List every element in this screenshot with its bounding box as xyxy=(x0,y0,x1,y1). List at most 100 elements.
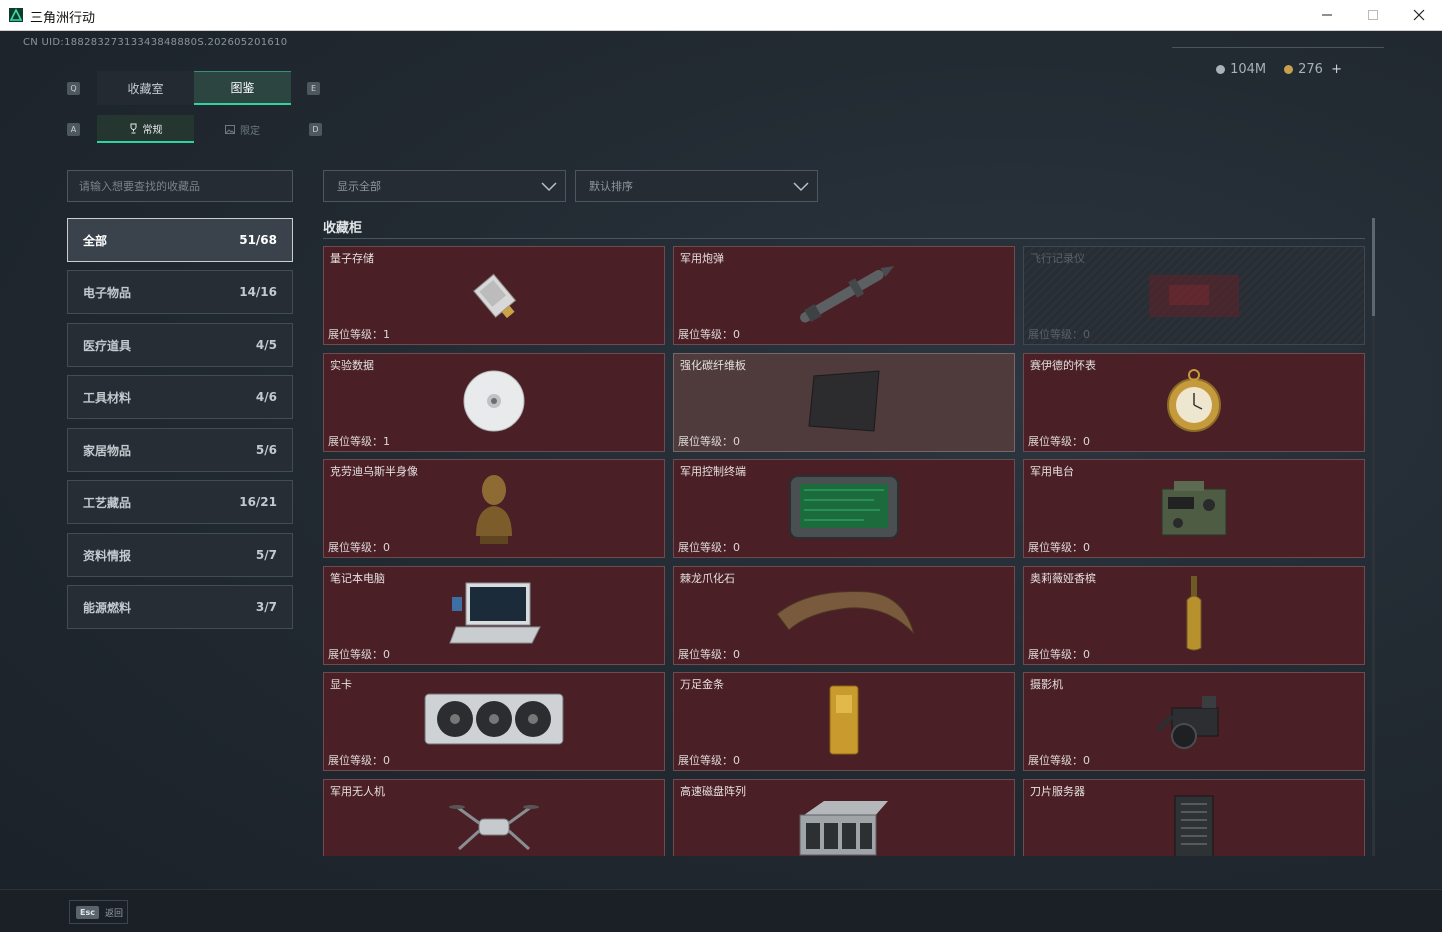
level-prefix: 展位等级： xyxy=(1028,541,1083,554)
disk-array-icon xyxy=(674,792,1014,857)
carbon-plate-icon xyxy=(674,366,1014,437)
minimize-button[interactable] xyxy=(1304,0,1350,30)
close-button[interactable] xyxy=(1396,0,1442,30)
category-household[interactable]: 家居物品 5/6 xyxy=(67,428,293,472)
level-prefix: 展位等级： xyxy=(328,754,383,767)
chevron-down-icon xyxy=(541,182,557,192)
level-prefix: 展位等级： xyxy=(328,434,383,448)
silver-currency: 104M xyxy=(1216,62,1266,77)
esc-key-hint: Esc xyxy=(76,905,99,919)
category-label: 电子物品 xyxy=(83,285,132,300)
category-intel[interactable]: 资料情报 5/7 xyxy=(67,533,293,577)
currency-panel: 104M 276 + xyxy=(1216,62,1342,77)
item-level: 展位等级：0 xyxy=(1028,326,1090,342)
section-title: 收藏柜 xyxy=(323,221,363,236)
level-value: 0 xyxy=(733,754,740,767)
collection-item-card[interactable]: 棘龙爪化石 展位等级：0 xyxy=(673,565,1015,665)
collection-item-card[interactable]: 摄影机 展位等级：0 xyxy=(1023,672,1365,771)
chevron-down-icon xyxy=(793,182,809,192)
trophy-icon xyxy=(130,123,136,133)
category-electronics[interactable]: 电子物品 14/16 xyxy=(67,270,293,314)
category-count: 14/16 xyxy=(239,285,277,299)
tab-collection-room[interactable]: 收藏室 xyxy=(97,71,194,105)
level-prefix: 展位等级： xyxy=(678,754,733,767)
level-value: 0 xyxy=(1083,434,1090,448)
category-energy[interactable]: 能源燃料 3/7 xyxy=(67,585,293,629)
display-filter-dropdown[interactable]: 显示全部 xyxy=(323,170,566,202)
collection-item-card[interactable]: 显卡 展位等级：0 xyxy=(323,672,665,771)
level-value: 0 xyxy=(733,647,740,661)
tab-label: 收藏室 xyxy=(127,81,164,96)
subtab-regular[interactable]: 常规 xyxy=(97,115,194,143)
collection-item-card[interactable]: 高速磁盘阵列展位等级： xyxy=(673,778,1015,857)
collection-item-card[interactable]: 军用控制终端 展位等级：0 xyxy=(673,459,1015,558)
scrollbar-thumb[interactable] xyxy=(1372,218,1375,316)
category-count: 5/6 xyxy=(255,443,277,457)
artillery-shell-icon xyxy=(674,259,1014,330)
subtab-limited[interactable]: 限定 xyxy=(194,115,291,143)
item-level: 展位等级：0 xyxy=(678,539,740,555)
item-level: 展位等级：0 xyxy=(678,646,740,662)
level-prefix: 展位等级： xyxy=(328,328,383,341)
category-tools[interactable]: 工具材料 4/6 xyxy=(67,375,293,419)
collection-item-card[interactable]: 军用电台 展位等级：0 xyxy=(1023,459,1365,558)
collection-item-card[interactable]: 笔记本电脑 展位等级：0 xyxy=(323,565,665,665)
level-prefix: 展位等级： xyxy=(1028,754,1083,767)
collection-item-card[interactable]: 量子存储 展位等级：1 xyxy=(323,246,665,345)
subtab-label: 常规 xyxy=(142,124,163,136)
tab-codex[interactable]: 图鉴 xyxy=(194,71,291,105)
level-value: 0 xyxy=(733,541,740,554)
gold-amount: 276 xyxy=(1298,62,1323,77)
silver-coin-icon xyxy=(1216,65,1226,74)
collection-grid: 量子存储 展位等级：1 军用炮弹 展位等级：0 飞行记录仪 展位等级：0 实验数据 展位等级：… xyxy=(323,246,1365,856)
category-label: 家居物品 xyxy=(83,443,132,458)
window-titlebar: 三角洲行动 xyxy=(0,0,1442,31)
collection-item-card[interactable]: 军用无人机展位等级： xyxy=(323,778,665,856)
collection-item-card[interactable]: 克劳迪乌斯半身像 展位等级：0 xyxy=(323,459,665,558)
collection-item-card[interactable]: 军用炮弹 展位等级：0 xyxy=(673,246,1015,345)
tab-label: 图鉴 xyxy=(230,81,255,95)
level-value: 0 xyxy=(1083,328,1090,341)
add-currency-button[interactable]: + xyxy=(1331,62,1342,77)
level-prefix: 展位等级： xyxy=(1028,328,1083,341)
key-d-hint: D xyxy=(309,123,322,136)
level-prefix: 展位等级： xyxy=(328,541,383,554)
collection-item-card[interactable]: 刀片服务器展位等级： xyxy=(1023,778,1365,856)
uid-label: CN UID:18828327313343848880S.20260520161… xyxy=(23,37,288,48)
item-level: 展位等级：0 xyxy=(328,539,390,555)
search-input[interactable] xyxy=(67,170,293,202)
maximize-icon xyxy=(1368,10,1378,20)
level-value: 0 xyxy=(383,647,390,661)
disc-icon xyxy=(324,366,664,437)
level-value: 0 xyxy=(383,541,390,554)
level-prefix: 展位等级： xyxy=(1028,647,1083,661)
level-prefix: 展位等级： xyxy=(678,328,733,341)
level-value: 0 xyxy=(733,434,740,448)
level-prefix: 展位等级： xyxy=(678,434,733,448)
category-crafts[interactable]: 工艺藏品 16/21 xyxy=(67,480,293,524)
category-count: 3/7 xyxy=(255,600,277,614)
key-q-hint: Q xyxy=(67,82,80,95)
item-level: 展位等级：0 xyxy=(1028,646,1090,662)
category-medical[interactable]: 医疗道具 4/5 xyxy=(67,323,293,367)
bottom-bar: Esc 返回 xyxy=(0,889,1442,932)
sort-dropdown[interactable]: 默认排序 xyxy=(575,170,818,202)
game-viewport: CN UID:18828327313343848880S.20260520161… xyxy=(0,31,1442,932)
gold-bar-icon xyxy=(674,685,1014,756)
collection-item-card[interactable]: 赛伊德的怀表 展位等级：0 xyxy=(1023,352,1365,452)
maximize-button[interactable] xyxy=(1350,0,1396,30)
delta-force-logo-icon xyxy=(9,8,23,22)
level-value: 0 xyxy=(383,754,390,767)
sub-tabs: 常规 限定 xyxy=(97,115,291,143)
collection-item-card[interactable]: 万足金条 展位等级：0 xyxy=(673,672,1015,771)
category-all[interactable]: 全部 51/68 xyxy=(67,218,293,262)
level-value: 0 xyxy=(733,328,740,341)
collection-item-card[interactable]: 实验数据 展位等级：1 xyxy=(323,352,665,452)
back-button[interactable]: Esc 返回 xyxy=(69,900,128,924)
military-radio-icon xyxy=(1024,472,1364,543)
collection-item-card[interactable]: 飞行记录仪 展位等级：0 xyxy=(1023,246,1365,345)
item-level: 展位等级：0 xyxy=(1028,433,1090,449)
category-count: 16/21 xyxy=(239,495,277,509)
collection-item-card[interactable]: 强化碳纤维板 展位等级：0 xyxy=(673,352,1015,452)
collection-item-card[interactable]: 奥莉薇娅香槟 展位等级：0 xyxy=(1023,565,1365,665)
